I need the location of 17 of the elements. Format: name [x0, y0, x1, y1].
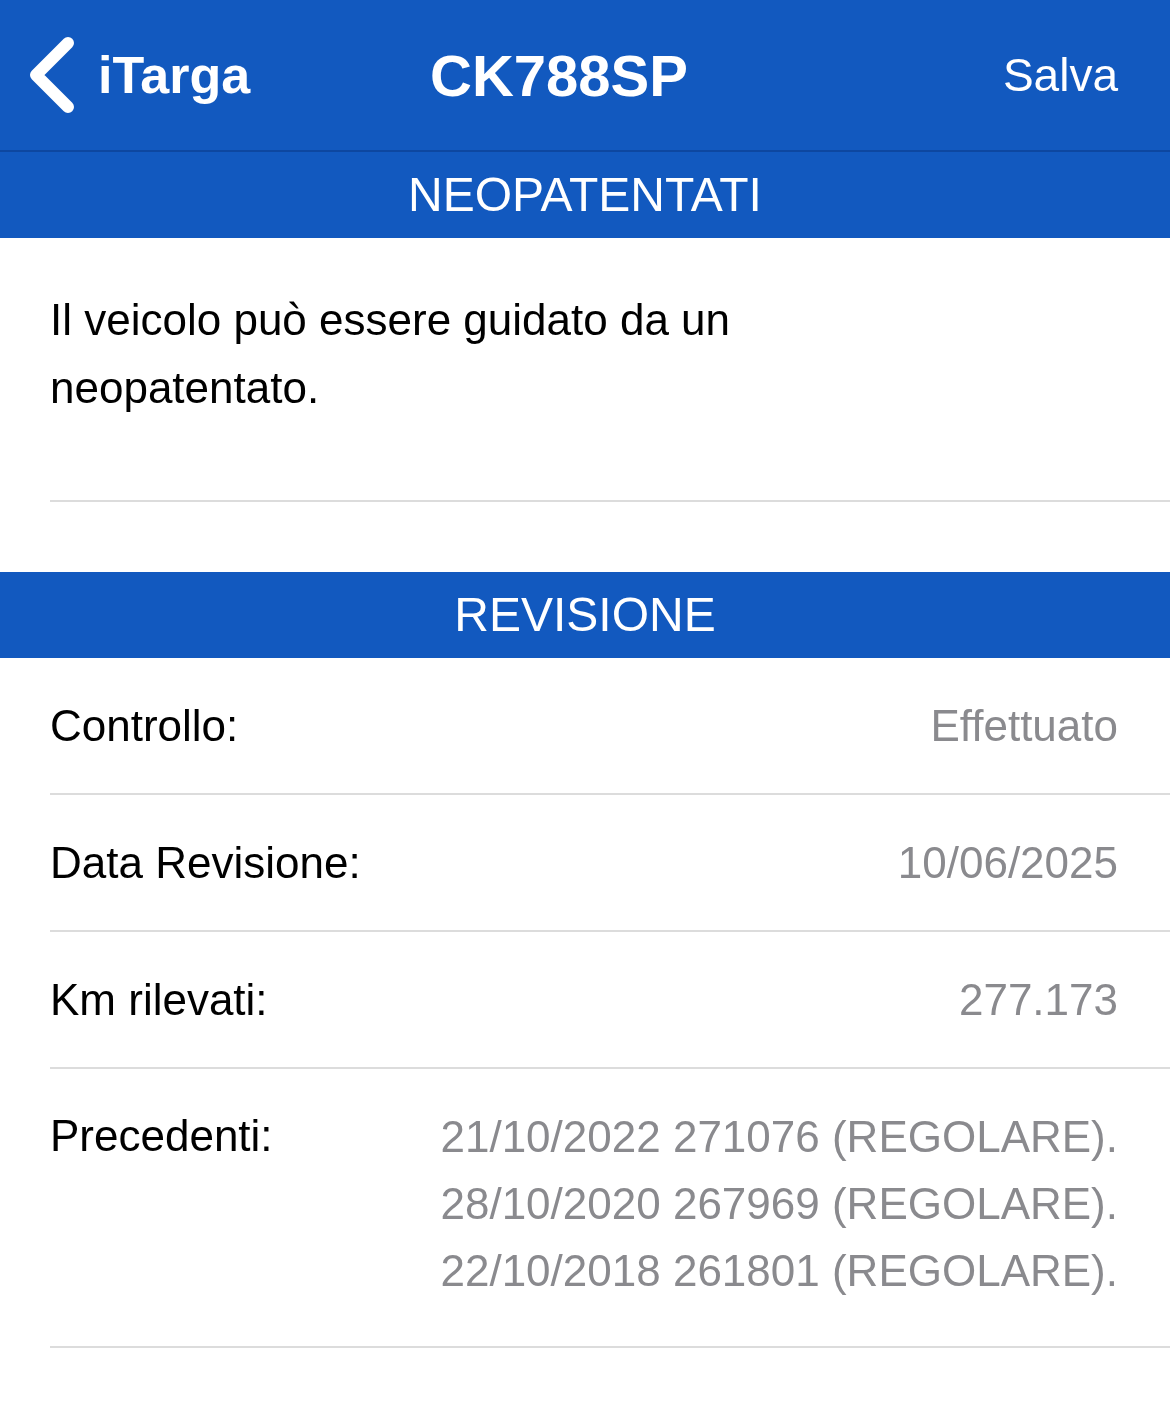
field-value: 277.173: [958, 974, 1118, 1026]
field-label: Controllo:: [50, 699, 239, 752]
field-label: Precedenti:: [50, 1110, 273, 1162]
chevron-left-icon: [28, 37, 76, 113]
section-header: NEOPATENTATI: [0, 152, 1170, 238]
field-value: 22/10/2018 261801 (REGOLARE).: [440, 1245, 1118, 1297]
back-button[interactable]: iTarga: [28, 36, 358, 114]
save-button[interactable]: Salva: [1002, 40, 1142, 110]
field-value: 10/06/2025: [897, 837, 1118, 889]
nav-title: CK788SP: [429, 41, 689, 110]
section-header: REVISIONE: [0, 572, 1170, 658]
field-label: Data Revisione:: [50, 836, 361, 889]
field-value: Effettuato: [930, 700, 1118, 752]
field-label: Km rilevati:: [50, 973, 268, 1026]
field-value: 21/10/2022 271076 (REGOLARE).: [440, 1111, 1118, 1163]
field-value: 28/10/2020 267969 (REGOLARE).: [440, 1178, 1118, 1230]
description-text: Il veicolo può essere guidato da un neopatentato.: [50, 294, 732, 414]
